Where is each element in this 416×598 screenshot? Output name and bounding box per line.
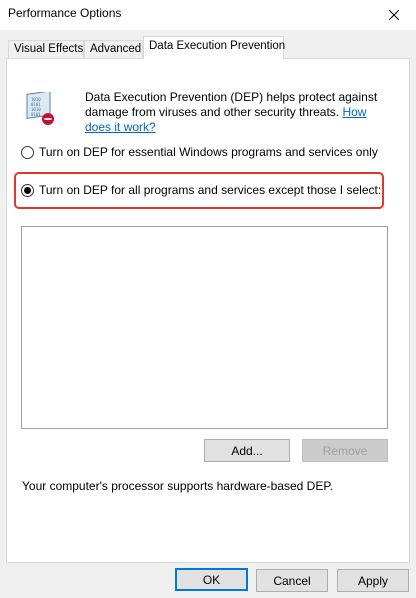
tab-data-execution-prevention[interactable]: Data Execution Prevention: [143, 36, 285, 59]
close-icon: [389, 10, 399, 20]
ok-button[interactable]: OK: [175, 568, 248, 591]
radio-essential-only[interactable]: Turn on DEP for essential Windows progra…: [21, 145, 378, 159]
tab-visual-effects[interactable]: Visual Effects: [8, 40, 84, 58]
close-button[interactable]: [372, 0, 416, 30]
dep-shield-icon: 1010 0101 1010 0101: [26, 92, 54, 125]
svg-text:0101: 0101: [31, 112, 41, 117]
title-bar: Performance Options: [0, 0, 416, 30]
radio-essential-label: Turn on DEP for essential Windows progra…: [39, 145, 378, 159]
cancel-button[interactable]: Cancel: [256, 569, 328, 592]
window-title: Performance Options: [8, 6, 122, 20]
add-button[interactable]: Add...: [204, 439, 290, 462]
dep-exceptions-list[interactable]: [21, 226, 388, 429]
radio-all-programs[interactable]: Turn on DEP for all programs and service…: [21, 183, 381, 197]
radio-button[interactable]: [21, 183, 34, 197]
radio-button[interactable]: [21, 145, 34, 159]
radio-all-programs-label: Turn on DEP for all programs and service…: [39, 183, 382, 197]
remove-button[interactable]: Remove: [302, 439, 388, 462]
dep-description: Data Execution Prevention (DEP) helps pr…: [85, 90, 385, 135]
dep-description-text: Data Execution Prevention (DEP) helps pr…: [85, 90, 378, 119]
hardware-dep-note: Your computer's processor supports hardw…: [22, 479, 334, 493]
apply-button[interactable]: Apply: [337, 569, 409, 592]
tab-advanced[interactable]: Advanced: [84, 40, 143, 58]
